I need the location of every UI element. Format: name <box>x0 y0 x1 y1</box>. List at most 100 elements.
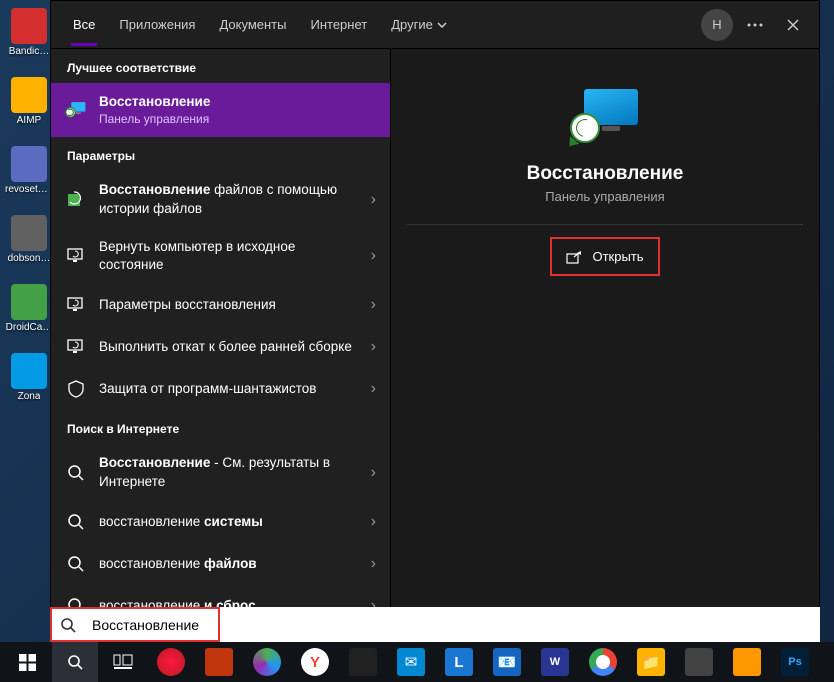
param-result[interactable]: Защита от программ-шантажистов › <box>51 368 390 410</box>
param-result[interactable]: Параметры восстановления › <box>51 284 390 326</box>
desktop-icon-label: Zona <box>18 391 41 402</box>
tab-internet[interactable]: Интернет <box>298 3 379 46</box>
param-result[interactable]: Вернуть компьютер в исходное состояние › <box>51 228 390 284</box>
taskbar-app-l[interactable]: L <box>436 642 482 682</box>
taskbar-app-mail[interactable]: ✉ <box>388 642 434 682</box>
desktop-icon[interactable]: revosetu… <box>8 146 50 195</box>
search-icon <box>65 553 87 575</box>
start-search-panel: Все Приложения Документы Интернет Другие… <box>50 0 820 640</box>
taskbar-app-yandex[interactable]: Y <box>292 642 338 682</box>
desktop-icon[interactable]: dobson… <box>8 215 50 264</box>
chevron-right-icon: › <box>371 513 376 531</box>
desktop-icon[interactable]: Zona <box>8 353 50 402</box>
chevron-down-icon <box>437 22 447 28</box>
tab-more[interactable]: Другие <box>379 3 459 46</box>
taskbar-app-chrome[interactable] <box>580 642 626 682</box>
setting-icon <box>65 294 87 316</box>
divider <box>407 224 803 225</box>
close-button[interactable] <box>777 9 809 41</box>
desktop-icons-column: Bandic… AIMP revosetu… dobson… DroidCa… Zona <box>8 8 50 402</box>
web-result-text: восстановление файлов <box>99 555 359 573</box>
param-text: Защита от программ-шантажистов <box>99 380 359 398</box>
task-view-button[interactable] <box>100 642 146 682</box>
chevron-right-icon: › <box>371 338 376 356</box>
open-action[interactable]: Открыть <box>554 241 655 272</box>
setting-icon <box>65 245 87 267</box>
chevron-right-icon: › <box>371 380 376 398</box>
search-main: Лучшее соответствие Восстановление Панел… <box>51 49 819 639</box>
best-match-header: Лучшее соответствие <box>51 49 390 83</box>
web-result[interactable]: восстановление системы › <box>51 501 390 543</box>
param-text: Параметры восстановления <box>99 296 359 314</box>
web-result[interactable]: восстановление файлов › <box>51 543 390 585</box>
tab-documents[interactable]: Документы <box>207 3 298 46</box>
web-result-text: Восстановление - См. результаты в Интерн… <box>99 454 359 490</box>
desktop-icon[interactable]: Bandic… <box>8 8 50 57</box>
taskbar-app-opera[interactable] <box>148 642 194 682</box>
tab-apps[interactable]: Приложения <box>107 3 207 46</box>
best-match-text: Восстановление Панель управления <box>99 93 376 127</box>
desktop-icon-label: Bandic… <box>9 46 50 57</box>
chevron-right-icon: › <box>371 555 376 573</box>
web-result-text: восстановление системы <box>99 513 359 531</box>
app-icon <box>11 8 47 44</box>
recovery-icon <box>65 99 87 121</box>
param-text: Выполнить откат к более ранней сборке <box>99 338 359 356</box>
taskbar-app-pixel[interactable] <box>340 642 386 682</box>
search-icon <box>65 511 87 533</box>
taskbar-app-sublime[interactable] <box>724 642 770 682</box>
taskbar-search-button[interactable] <box>52 642 98 682</box>
desktop-icon[interactable]: AIMP <box>8 77 50 126</box>
user-avatar[interactable]: H <box>701 9 733 41</box>
chevron-right-icon: › <box>371 191 376 209</box>
search-icon <box>65 462 87 484</box>
parameters-header: Параметры <box>51 137 390 171</box>
taskbar: Y ✉ L 📧 W 📁 Ps <box>0 642 834 682</box>
taskbar-app-word[interactable]: W <box>532 642 578 682</box>
best-match-result[interactable]: Восстановление Панель управления <box>51 83 390 137</box>
web-result[interactable]: Восстановление - См. результаты в Интерн… <box>51 444 390 500</box>
app-icon <box>11 353 47 389</box>
taskbar-app-terminal[interactable] <box>676 642 722 682</box>
setting-icon <box>65 189 87 211</box>
param-text: Восстановление файлов с помощью истории … <box>99 181 359 217</box>
web-search-header: Поиск в Интернете <box>51 410 390 444</box>
preview-subtitle: Панель управления <box>545 189 664 204</box>
setting-icon <box>65 336 87 358</box>
preview-title: Восстановление <box>527 163 684 185</box>
best-match-title: Восстановление <box>99 93 376 111</box>
taskbar-app-outlook[interactable]: 📧 <box>484 642 530 682</box>
search-box[interactable] <box>50 607 820 642</box>
param-result[interactable]: Восстановление файлов с помощью истории … <box>51 171 390 227</box>
desktop-icon-label: AIMP <box>17 115 41 126</box>
search-tabs: Все Приложения Документы Интернет Другие… <box>51 1 819 49</box>
open-icon <box>566 250 582 264</box>
taskbar-app-explorer[interactable]: 📁 <box>628 642 674 682</box>
results-list: Лучшее соответствие Восстановление Панел… <box>51 49 391 639</box>
open-label: Открыть <box>592 249 643 264</box>
start-button[interactable] <box>4 642 50 682</box>
taskbar-app-browser1[interactable] <box>244 642 290 682</box>
app-icon <box>11 146 47 182</box>
taskbar-app-book[interactable] <box>196 642 242 682</box>
desktop-icon-label: revosetu… <box>5 184 53 195</box>
tab-all[interactable]: Все <box>61 3 107 46</box>
chevron-right-icon: › <box>371 464 376 482</box>
desktop-icon-label: dobson… <box>8 253 51 264</box>
more-options-button[interactable] <box>739 9 771 41</box>
app-icon <box>11 77 47 113</box>
setting-icon <box>65 378 87 400</box>
desktop-icon-label: DroidCa… <box>6 322 53 333</box>
preview-pane: Восстановление Панель управления Открыть <box>391 49 819 639</box>
app-icon <box>11 284 47 320</box>
taskbar-app-photoshop[interactable]: Ps <box>772 642 818 682</box>
desktop-icon[interactable]: DroidCa… <box>8 284 50 333</box>
search-icon <box>50 617 86 633</box>
chevron-right-icon: › <box>371 296 376 314</box>
tab-more-label: Другие <box>391 17 433 32</box>
open-action-highlight: Открыть <box>550 237 659 276</box>
param-result[interactable]: Выполнить откат к более ранней сборке › <box>51 326 390 368</box>
search-input[interactable] <box>86 617 820 633</box>
param-text: Вернуть компьютер в исходное состояние <box>99 238 359 274</box>
chevron-right-icon: › <box>371 247 376 265</box>
